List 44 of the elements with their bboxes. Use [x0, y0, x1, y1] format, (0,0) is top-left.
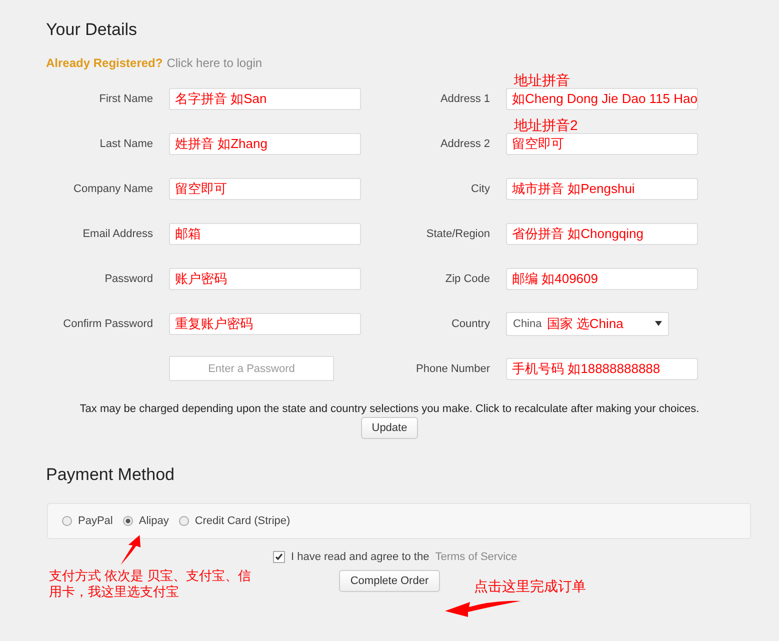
input-field[interactable]: 留空即可: [169, 178, 361, 200]
terms-link[interactable]: Terms of Service: [435, 551, 518, 563]
tax-note: Tax may be charged depending upon the state and country selections you make. Click to recalculate after making your choices.: [78, 403, 700, 415]
input-field[interactable]: 重复账户密码: [169, 312, 361, 334]
field-label: Zip Code: [444, 272, 490, 284]
field-label: Country: [450, 318, 490, 330]
input-field[interactable]: 如Cheng Dong Jie Dao 115 Hao: [506, 88, 698, 110]
input-field[interactable]: 城市拼音 如Pengshui: [506, 178, 698, 200]
annotation-text: 地址拼音2: [514, 116, 578, 134]
section-heading: Your Details: [45, 20, 138, 40]
field-label: Last Name: [98, 138, 153, 150]
input-field[interactable]: 名字拼音 如San: [169, 88, 361, 110]
field-label: Email Address: [82, 228, 153, 240]
payment-option[interactable]: Credit Card (Stripe): [178, 515, 290, 527]
annotation-text: 地址拼音: [514, 72, 570, 90]
input-field[interactable]: 账户密码: [169, 268, 361, 290]
annotation-text: 点击这里完成订单: [474, 578, 586, 596]
terms-text: I have read and agree to the: [291, 551, 430, 563]
section-heading: Payment Method: [45, 465, 176, 485]
field-label: Address 2: [439, 138, 490, 150]
update-button[interactable]: Update: [360, 417, 418, 439]
field-label: State/Region: [425, 228, 490, 240]
complete-order-button[interactable]: Complete Order: [339, 570, 440, 592]
field-label: Phone Number: [415, 362, 490, 374]
field-label: Company Name: [72, 182, 153, 194]
field-label: Confirm Password: [62, 318, 153, 330]
login-link[interactable]: Click here to login: [166, 56, 262, 70]
field-label: First Name: [98, 92, 153, 104]
input-field[interactable]: 邮箱: [169, 222, 361, 244]
annotation-text: 国家 选China: [546, 314, 624, 332]
input-field[interactable]: 姓拼音 如Zhang: [169, 132, 361, 154]
input-field[interactable]: 省份拼音 如Chongqing: [506, 222, 698, 244]
field-label: Password: [104, 272, 153, 284]
payment-option[interactable]: Alipay: [122, 515, 169, 527]
password-button[interactable]: Enter a Password: [169, 356, 334, 381]
input-field[interactable]: 留空即可: [506, 132, 698, 154]
field-label: Address 1: [439, 92, 490, 104]
input-field[interactable]: 邮编 如409609: [506, 268, 698, 290]
field-label: City: [470, 182, 490, 194]
input-field[interactable]: 手机号码 如18888888888: [506, 358, 698, 380]
payment-option[interactable]: PayPal: [62, 515, 113, 527]
country-select[interactable]: China 国家 选China: [506, 312, 669, 336]
annotation-text: 支付方式 依次是 贝宝、支付宝、信用卡，我这里选支付宝: [49, 568, 252, 600]
login-prompt: Already Registered?: [46, 56, 163, 70]
